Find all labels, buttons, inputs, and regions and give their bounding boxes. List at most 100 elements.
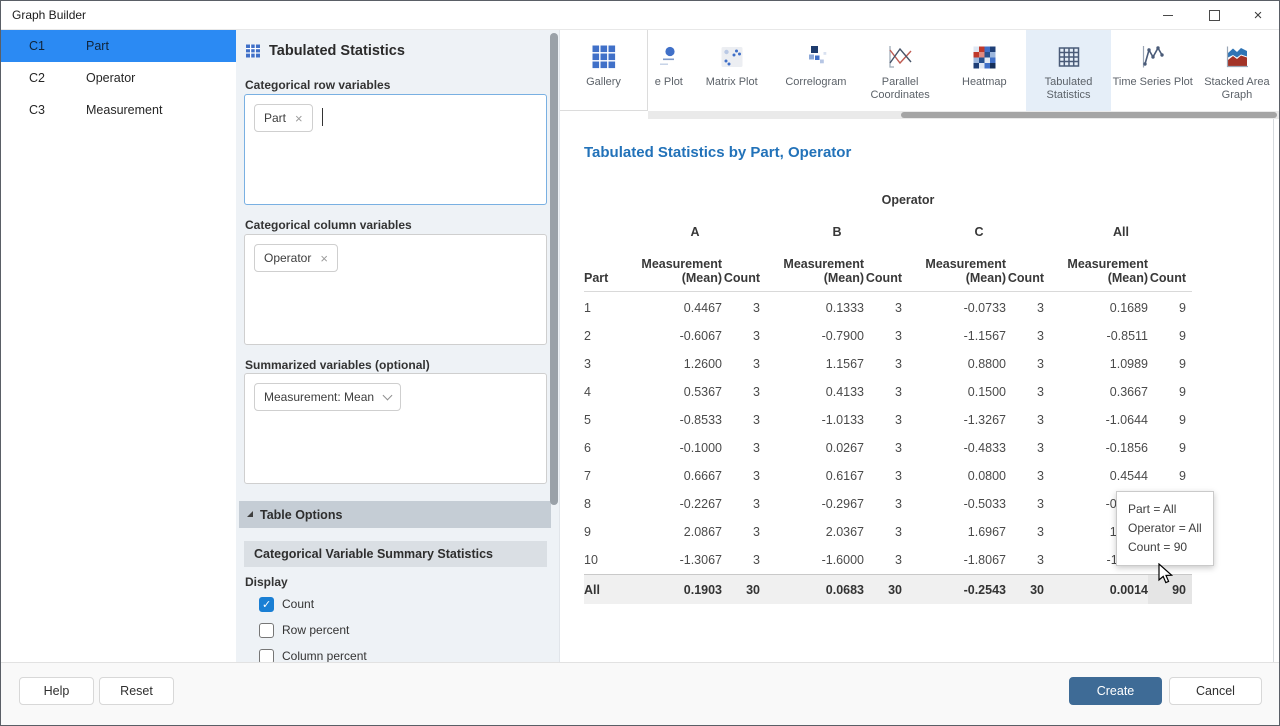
checkbox-label: Row percent [282, 623, 349, 637]
remove-chip-icon[interactable]: × [320, 252, 328, 265]
sidebar-column-item[interactable]: C3 Measurement [1, 94, 236, 126]
maximize-button[interactable] [1191, 1, 1237, 29]
gallery-item[interactable]: Matrix Plot [690, 30, 774, 111]
column-variables-box[interactable]: Operator × [244, 234, 547, 345]
count-cell: 3 [722, 441, 766, 455]
checkbox[interactable] [259, 623, 274, 638]
gallery-item[interactable]: Parallel Coordinates [858, 30, 942, 111]
variable-chip-operator[interactable]: Operator × [254, 244, 338, 272]
gallery-item[interactable]: Gallery [560, 30, 647, 110]
column-id: C2 [29, 71, 86, 85]
output-title: Tabulated Statistics by Part, Operator [584, 144, 851, 161]
remove-chip-icon[interactable]: × [295, 112, 303, 125]
count-cell: 9 [1148, 413, 1192, 427]
count-cell: 3 [864, 329, 908, 343]
mean-cell: -0.7900 [766, 329, 864, 343]
mean-cell: 0.6167 [766, 469, 864, 483]
count-cell: 3 [722, 525, 766, 539]
variable-chip-measurement-mean[interactable]: Measurement: Mean [254, 383, 401, 411]
stacked-area-icon [1223, 43, 1251, 71]
mean-cell: 0.8800 [908, 357, 1006, 371]
count-cell: 3 [864, 553, 908, 567]
checkbox-row[interactable]: Row percent [259, 621, 349, 639]
count-cell: 3 [722, 553, 766, 567]
mean-cell: -0.2967 [766, 497, 864, 511]
count-cell: 9 [1148, 469, 1192, 483]
count-column-header: Count [1006, 271, 1050, 285]
count-cell: 3 [864, 525, 908, 539]
mean-cell: -0.2267 [624, 497, 722, 511]
count-cell: 3 [1006, 385, 1050, 399]
checkbox-row[interactable]: Count [259, 595, 314, 613]
summarized-variables-box[interactable]: Measurement: Mean [244, 373, 547, 484]
chevron-down-icon[interactable] [383, 390, 393, 400]
panel-scrollbar-thumb[interactable] [550, 33, 558, 505]
mean-cell: 0.0267 [766, 441, 864, 455]
table-options-header[interactable]: Table Options [239, 501, 551, 528]
part-cell: 9 [584, 525, 624, 539]
mean-cell: -1.3267 [908, 413, 1006, 427]
gallery-item[interactable]: Correlogram [774, 30, 858, 111]
tooltip-line: Operator = All [1128, 519, 1202, 538]
gallery-scrollbar-track[interactable] [648, 111, 1279, 119]
part-cell: 6 [584, 441, 624, 455]
mean-cell: 1.6967 [908, 525, 1006, 539]
gallery-item[interactable]: Stacked Area Graph [1195, 30, 1279, 111]
help-button[interactable]: Help [19, 677, 94, 705]
count-cell: 3 [1006, 469, 1050, 483]
count-column-header: Count [1148, 271, 1192, 285]
mean-column-header: Measurement(Mean) [766, 257, 864, 285]
reset-button[interactable]: Reset [99, 677, 174, 705]
mean-cell: 0.1903 [624, 583, 722, 597]
sidebar-column-item[interactable]: C2 Operator [1, 62, 236, 94]
minimize-icon [1163, 15, 1173, 16]
parallel-coordinates-icon [886, 43, 914, 71]
group-header: C [908, 225, 1050, 239]
count-cell: 3 [864, 357, 908, 371]
mean-cell: -0.1856 [1050, 441, 1148, 455]
mean-cell: 0.1500 [908, 385, 1006, 399]
count-cell: 3 [1006, 413, 1050, 427]
count-cell: 3 [1006, 525, 1050, 539]
column-name: Operator [86, 71, 135, 85]
gallery-item[interactable]: Tabulated Statistics [1026, 30, 1110, 111]
mean-cell: 2.0367 [766, 525, 864, 539]
count-cell: 30 [864, 583, 908, 597]
mean-column-header: Measurement(Mean) [1050, 257, 1148, 285]
title-bar[interactable]: Graph Builder × [1, 1, 1279, 30]
row-variables-label: Categorical row variables [245, 78, 390, 92]
tooltip-line: Count = 90 [1128, 538, 1202, 557]
checkbox[interactable] [259, 597, 274, 612]
table-row: 7 0.6667 3 0.6167 3 0.0800 3 0.4544 9 [584, 462, 1192, 490]
gallery-scrollbar-thumb[interactable] [901, 112, 1277, 118]
table-row: 2 -0.6067 3 -0.7900 3 -1.1567 3 -0.8511 … [584, 322, 1192, 350]
part-cell: 2 [584, 329, 624, 343]
gallery-item[interactable]: e Plot [648, 30, 690, 111]
mean-cell: 0.5367 [624, 385, 722, 399]
count-column-header: Count [722, 271, 766, 285]
heatmap-icon [970, 43, 998, 71]
close-button[interactable]: × [1237, 1, 1279, 29]
mean-cell: 1.1567 [766, 357, 864, 371]
row-variables-box[interactable]: Part × [244, 94, 547, 205]
chip-label: Measurement: Mean [264, 390, 374, 404]
count-cell: 3 [722, 357, 766, 371]
gallery-item-label: Matrix Plot [706, 76, 758, 89]
gallery-item[interactable]: Heatmap [942, 30, 1026, 111]
mean-cell: -1.1567 [908, 329, 1006, 343]
gallery-item[interactable]: Time Series Plot [1111, 30, 1195, 111]
count-cell: 3 [1006, 553, 1050, 567]
sidebar-column-item[interactable]: C1 Part [1, 30, 236, 62]
mean-column-header: Measurement(Mean) [908, 257, 1006, 285]
table-column-header-row: Part Measurement(Mean) Count Measurement… [584, 248, 1192, 292]
mean-cell: 1.2600 [624, 357, 722, 371]
minimize-button[interactable] [1145, 1, 1191, 29]
part-cell: All [584, 583, 624, 597]
cancel-button[interactable]: Cancel [1169, 677, 1262, 705]
count-cell: 3 [864, 301, 908, 315]
create-button[interactable]: Create [1069, 677, 1162, 705]
table-row: 8 -0.2267 3 -0.2967 3 -0.5033 3 -0.3422 … [584, 490, 1192, 518]
gallery-item-label: Heatmap [962, 76, 1007, 89]
variable-chip-part[interactable]: Part × [254, 104, 313, 132]
gallery-home-section: Gallery [560, 30, 648, 111]
